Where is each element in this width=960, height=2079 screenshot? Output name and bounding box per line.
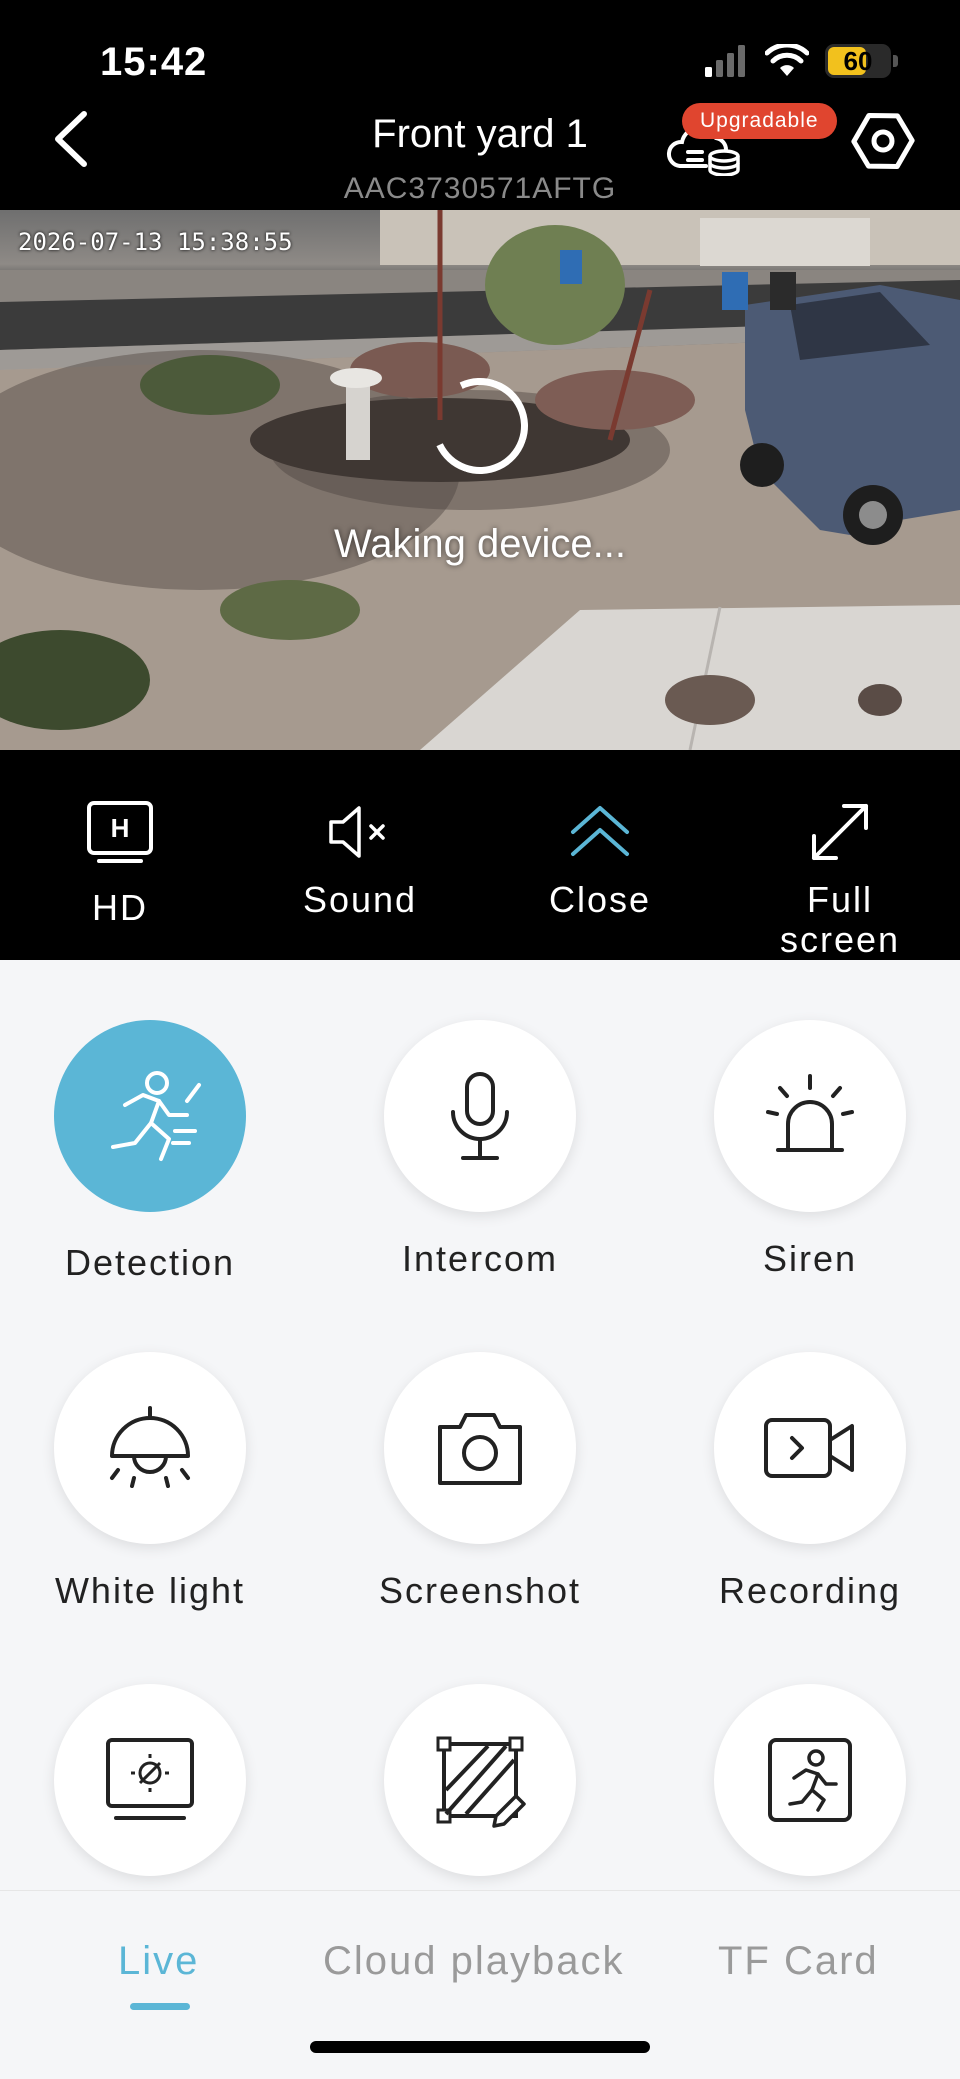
screenshot-button[interactable]: Screenshot [315, 1352, 645, 1612]
status-time: 15:42 [100, 40, 208, 84]
tab-live[interactable]: Live [118, 1939, 199, 1984]
active-tab-indicator [130, 2003, 190, 2010]
video-record-icon [764, 1418, 854, 1478]
top-header: 15:42 60 Front yard 1 AAC3730571AFTG Upg… [0, 0, 960, 210]
human-detection-button[interactable] [645, 1684, 960, 1890]
recording-circle[interactable] [714, 1352, 906, 1544]
expand-icon [812, 804, 868, 860]
bottom-tab-bar: Live Cloud playback TF Card [0, 1890, 960, 2079]
close-button[interactable]: Close [480, 750, 720, 960]
status-indicators: 60 [705, 44, 898, 78]
feature-grid: Detection Intercom Siren White light Scr… [0, 960, 960, 1890]
fullscreen-button[interactable]: Full screen [720, 750, 960, 960]
settings-button[interactable] [848, 106, 918, 176]
detection-circle[interactable] [54, 1020, 246, 1212]
hd-icon-text: H [111, 813, 130, 843]
screenshot-label: Screenshot [378, 1570, 582, 1611]
microphone-icon [451, 1072, 509, 1160]
hd-monitor-icon: H [87, 801, 153, 863]
video-controls-bar: H HD Sound Close Full screen [0, 750, 960, 960]
detection-zone-circle[interactable] [384, 1684, 576, 1876]
lamp-icon [110, 1406, 190, 1488]
speaker-muted-icon [329, 806, 385, 858]
recording-button[interactable]: Recording [645, 1352, 960, 1612]
detection-zone-button[interactable] [315, 1684, 645, 1890]
siren-circle[interactable] [714, 1020, 906, 1212]
live-video-feed[interactable]: 2026-07-13 15:38:55 Waking device... [0, 210, 960, 750]
detection-label: Detection [64, 1242, 236, 1283]
tab-cloud-playback[interactable]: Cloud playback [323, 1939, 625, 1984]
white-light-button[interactable]: White light [0, 1352, 315, 1612]
brightness-monitor-icon [106, 1738, 194, 1820]
home-indicator[interactable] [310, 2041, 650, 2053]
screenshot-circle[interactable] [384, 1352, 576, 1544]
siren-button[interactable]: Siren [645, 1020, 960, 1280]
settings-hexagon-icon [851, 113, 915, 169]
brightness-button[interactable] [0, 1684, 315, 1890]
cellular-signal-icon [705, 45, 745, 77]
battery-indicator: 60 [825, 44, 891, 78]
tab-tf-card[interactable]: TF Card [718, 1939, 879, 1984]
hd-button[interactable]: H HD [0, 750, 240, 960]
brightness-circle[interactable] [54, 1684, 246, 1876]
intercom-circle[interactable] [384, 1020, 576, 1212]
battery-level: 60 [843, 45, 873, 76]
video-status-text: Waking device... [334, 522, 626, 566]
hd-label: HD [92, 887, 148, 928]
recording-label: Recording [718, 1570, 902, 1611]
running-person-icon [111, 1071, 201, 1161]
white-light-circle[interactable] [54, 1352, 246, 1544]
battery-cap [893, 55, 898, 67]
human-frame-icon [768, 1738, 852, 1822]
detection-button[interactable]: Detection [0, 1020, 315, 1284]
white-light-label: White light [54, 1570, 246, 1611]
fullscreen-label: Full screen [779, 879, 901, 960]
human-detection-circle[interactable] [714, 1684, 906, 1876]
siren-label: Siren [762, 1238, 858, 1279]
camera-icon [438, 1413, 522, 1485]
intercom-label: Intercom [401, 1238, 559, 1279]
detection-zone-icon [436, 1736, 526, 1828]
sound-button[interactable]: Sound [240, 750, 480, 960]
double-chevron-up-icon [571, 806, 629, 856]
intercom-button[interactable]: Intercom [315, 1020, 645, 1280]
siren-icon [766, 1074, 854, 1152]
device-id: AAC3730571AFTG [343, 172, 617, 205]
wifi-icon [765, 44, 809, 76]
close-label: Close [548, 879, 652, 920]
video-scene [0, 210, 960, 750]
video-timestamp: 2026-07-13 15:38:55 [18, 228, 293, 256]
sound-label: Sound [302, 879, 418, 920]
upgrade-badge[interactable]: Upgradable [682, 103, 837, 139]
